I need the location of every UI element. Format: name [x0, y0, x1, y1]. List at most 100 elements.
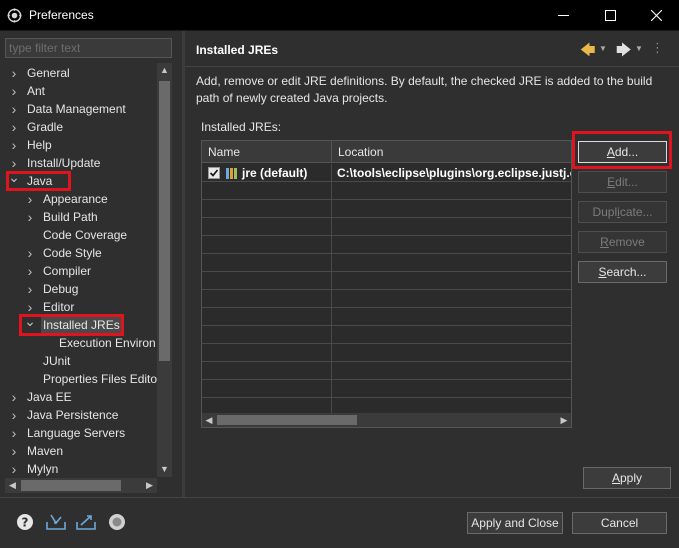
name-cell: [202, 362, 332, 380]
tree-horizontal-scrollbar[interactable]: ◀ ▶: [5, 478, 157, 493]
tree-item-label: Help: [27, 138, 52, 152]
tree-item[interactable]: › Maven: [5, 442, 157, 460]
tree-item[interactable]: Execution Environ: [5, 334, 157, 352]
chevron-right-icon[interactable]: ›: [8, 82, 20, 100]
tree-item[interactable]: Code Coverage: [5, 226, 157, 244]
table-row[interactable]: [202, 308, 571, 326]
cancel-button[interactable]: Cancel: [572, 512, 667, 534]
tree-item[interactable]: › Gradle: [5, 118, 157, 136]
tree-item-label: Ant: [27, 84, 46, 98]
tree-item[interactable]: › Language Servers: [5, 424, 157, 442]
maximize-button[interactable]: [587, 0, 633, 31]
installed-jres-table[interactable]: Name Location jre (default) C:\tools\ecli…: [201, 140, 572, 428]
add-button[interactable]: Add...: [578, 141, 667, 163]
default-jre-checkbox[interactable]: [208, 167, 220, 179]
chevron-right-icon[interactable]: ›: [8, 442, 20, 460]
tree-item[interactable]: › Appearance: [5, 190, 157, 208]
chevron-right-icon[interactable]: ›: [8, 424, 20, 442]
column-header-location[interactable]: Location: [332, 141, 571, 163]
table-horizontal-scrollbar[interactable]: ◀ ▶: [202, 413, 571, 427]
table-row[interactable]: [202, 236, 571, 254]
chevron-right-icon[interactable]: ›: [8, 460, 20, 477]
tree-item-label: Editor: [43, 300, 75, 314]
table-row[interactable]: [202, 254, 571, 272]
tree-item[interactable]: JUnit: [5, 352, 157, 370]
apply-and-close-button[interactable]: Apply and Close: [467, 512, 563, 534]
view-menu-icon[interactable]: ⋮: [651, 40, 664, 56]
chevron-down-icon[interactable]: ⌄: [24, 312, 36, 330]
table-row[interactable]: [202, 200, 571, 218]
tree-item[interactable]: › Mylyn: [5, 460, 157, 477]
help-icon[interactable]: ?: [16, 513, 34, 531]
scroll-thumb[interactable]: [159, 81, 170, 361]
edit-button[interactable]: Edit...: [578, 171, 667, 193]
back-arrow-icon[interactable]: 🡄: [580, 40, 596, 65]
location-cell: [332, 326, 571, 344]
chevron-right-icon[interactable]: ›: [8, 406, 20, 424]
tree-item[interactable]: › Debug: [5, 280, 157, 298]
table-row[interactable]: [202, 362, 571, 380]
scroll-thumb[interactable]: [217, 415, 357, 425]
tree-item[interactable]: ⌄ Installed JREs: [5, 313, 157, 334]
table-row[interactable]: [202, 380, 571, 398]
tree-item-label: Java Persistence: [27, 408, 119, 422]
table-row[interactable]: [202, 344, 571, 362]
search-button[interactable]: Search...: [578, 261, 667, 283]
tree-item[interactable]: Properties Files Editor: [5, 370, 157, 388]
checkmark-icon: [209, 169, 219, 177]
tree-item[interactable]: › General: [5, 64, 157, 82]
table-row[interactable]: [202, 290, 571, 308]
minimize-button[interactable]: [540, 0, 586, 31]
oomph-record-icon[interactable]: [108, 513, 126, 531]
scroll-right-icon[interactable]: ▶: [557, 413, 571, 427]
chevron-down-icon[interactable]: ▼: [635, 44, 643, 53]
tree-item[interactable]: › Code Style: [5, 244, 157, 262]
scroll-thumb[interactable]: [21, 480, 121, 491]
scroll-right-icon[interactable]: ▶: [142, 478, 157, 493]
remove-button[interactable]: Remove: [578, 231, 667, 253]
scroll-left-icon[interactable]: ◀: [5, 478, 20, 493]
chevron-down-icon[interactable]: ▼: [599, 44, 607, 53]
chevron-right-icon[interactable]: ›: [8, 388, 20, 406]
import-icon[interactable]: [45, 513, 67, 531]
tree-vertical-scrollbar[interactable]: ▲ ▼: [157, 63, 172, 477]
chevron-right-icon[interactable]: ›: [8, 136, 20, 154]
tree-item[interactable]: › Data Management: [5, 100, 157, 118]
chevron-right-icon[interactable]: ›: [24, 190, 36, 208]
scroll-down-icon[interactable]: ▼: [157, 462, 172, 477]
chevron-right-icon[interactable]: ›: [8, 100, 20, 118]
chevron-right-icon[interactable]: ›: [8, 118, 20, 136]
tree-item[interactable]: › Build Path: [5, 208, 157, 226]
forward-arrow-icon[interactable]: 🡆: [616, 40, 632, 65]
bottom-separator: [0, 497, 679, 498]
export-icon[interactable]: [75, 513, 97, 531]
tree-item[interactable]: › Ant: [5, 82, 157, 100]
tree-item[interactable]: ⌄ Java: [5, 169, 157, 190]
tree-item[interactable]: › Java Persistence: [5, 406, 157, 424]
preference-tree: › General › Ant › Data Management › Gradle › Help…: [5, 63, 157, 477]
chevron-down-icon[interactable]: ⌄: [8, 168, 20, 186]
column-header-name[interactable]: Name: [202, 141, 332, 163]
filter-input[interactable]: [5, 38, 172, 58]
tree-item[interactable]: › Help: [5, 136, 157, 154]
chevron-right-icon[interactable]: ›: [24, 280, 36, 298]
chevron-right-icon[interactable]: ›: [8, 64, 20, 82]
chevron-right-icon[interactable]: ›: [24, 208, 36, 226]
tree-item[interactable]: › Install/Update: [5, 154, 157, 172]
page-title: Installed JREs: [196, 43, 279, 57]
table-row[interactable]: jre (default) C:\tools\eclipse\plugins\or…: [202, 164, 571, 182]
table-row[interactable]: [202, 218, 571, 236]
apply-button[interactable]: Apply: [583, 467, 671, 489]
table-row[interactable]: [202, 326, 571, 344]
chevron-right-icon[interactable]: ›: [24, 244, 36, 262]
tree-item[interactable]: › Compiler: [5, 262, 157, 280]
tree-item[interactable]: › Java EE: [5, 388, 157, 406]
table-row[interactable]: [202, 272, 571, 290]
duplicate-button[interactable]: Duplicate...: [578, 201, 667, 223]
chevron-right-icon[interactable]: ›: [24, 262, 36, 280]
scroll-up-icon[interactable]: ▲: [157, 63, 172, 78]
scroll-left-icon[interactable]: ◀: [202, 413, 216, 427]
jre-location: C:\tools\eclipse\plugins\org.eclipse.jus…: [337, 166, 572, 180]
table-row[interactable]: [202, 182, 571, 200]
close-button[interactable]: [633, 0, 679, 31]
